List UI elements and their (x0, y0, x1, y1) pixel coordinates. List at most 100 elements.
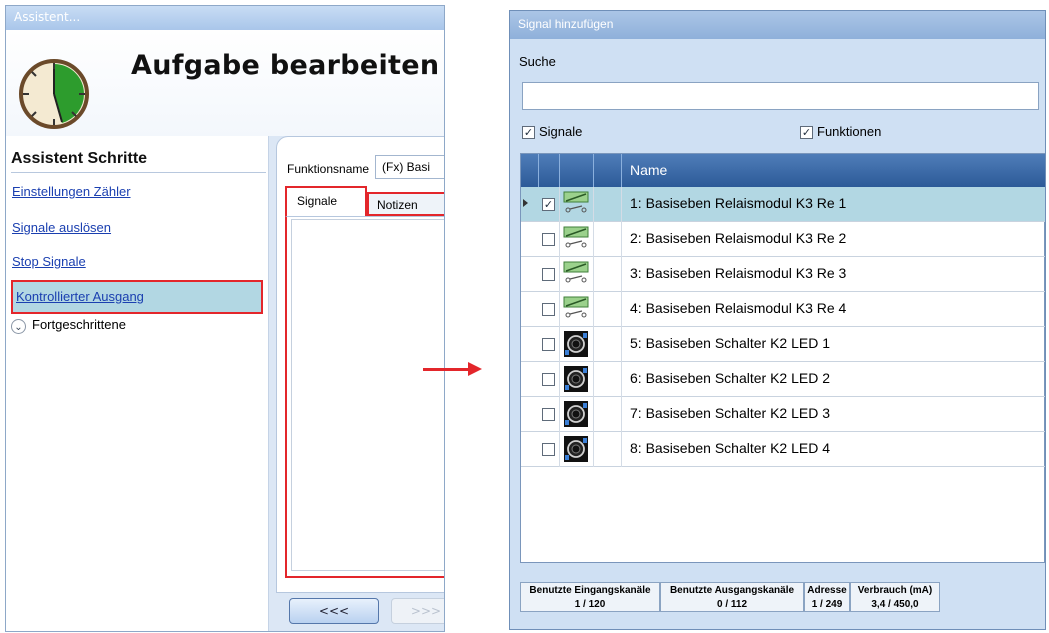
step-link-einstellungen[interactable]: Einstellungen Zähler (12, 184, 131, 199)
current-row-indicator-icon (523, 199, 528, 207)
header-area: Aufgabe bearbeiten (6, 30, 444, 136)
chevron-down-icon[interactable]: ⌄ (11, 319, 26, 334)
table-row[interactable]: 2: Basiseben Relaismodul K3 Re 2 (521, 222, 1045, 257)
clock-icon (19, 59, 89, 129)
row-name: 2: Basiseben Relaismodul K3 Re 2 (630, 230, 847, 246)
status-consumption: Verbrauch (mA) 3,4 / 450,0 (850, 582, 940, 612)
step-link-signale-ausloesen[interactable]: Signale auslösen (12, 220, 111, 235)
table-row[interactable]: ✓ 1: Basiseben Relaismodul K3 Re 1 (521, 187, 1045, 222)
row-checkbox[interactable]: ✓ (542, 198, 555, 211)
cell-separator (621, 397, 622, 432)
signals-filter-checkbox[interactable]: ✓ (522, 126, 535, 139)
cell-separator (593, 432, 594, 467)
arrow-right-icon (423, 368, 471, 371)
back-button[interactable]: <<< (289, 598, 379, 624)
cell-separator (559, 327, 560, 362)
steps-divider (11, 172, 266, 173)
status-header: Adresse (807, 585, 847, 596)
cell-separator (621, 432, 622, 467)
dialog-title: Signal hinzufügen (518, 17, 614, 31)
relay-icon (562, 260, 590, 288)
column-header-name[interactable]: Name (630, 162, 667, 178)
row-name: 1: Basiseben Relaismodul K3 Re 1 (630, 195, 847, 211)
cell-separator (621, 327, 622, 362)
switch-led-icon (562, 365, 590, 393)
column-separator (559, 154, 560, 187)
table-row[interactable]: 6: Basiseben Schalter K2 LED 2 (521, 362, 1045, 397)
cell-separator (593, 187, 594, 222)
status-output-channels: Benutzte Ausgangskanäle 0 / 112 (660, 582, 804, 612)
row-checkbox[interactable] (542, 338, 555, 351)
table-row[interactable]: 7: Basiseben Schalter K2 LED 3 (521, 397, 1045, 432)
step-link-stop-signale[interactable]: Stop Signale (12, 254, 86, 269)
step-link-kontrollierter-ausgang[interactable]: Kontrollierter Ausgang (16, 289, 144, 304)
status-address: Adresse 1 / 249 (804, 582, 850, 612)
function-name-label: Funktionsname (287, 162, 370, 176)
relay-icon (562, 295, 590, 323)
cell-separator (593, 257, 594, 292)
function-name-input[interactable]: (Fx) Basi (375, 155, 444, 179)
cell-separator (621, 362, 622, 397)
window-titlebar: Assistent... (6, 6, 444, 30)
step-item-kontrollierter-ausgang[interactable]: Kontrollierter Ausgang (11, 280, 263, 314)
arrow-head-icon (468, 362, 482, 376)
status-value: 1 / 120 (574, 599, 606, 610)
add-signal-dialog: Signal hinzufügen Suche ✓ Signale ✓ Funk… (509, 10, 1046, 630)
row-name: 8: Basiseben Schalter K2 LED 4 (630, 440, 831, 456)
next-button[interactable]: >>> (391, 598, 444, 624)
status-value: 3,4 / 450,0 (871, 599, 919, 610)
signals-list-box[interactable] (291, 219, 444, 571)
cell-separator (621, 257, 622, 292)
cell-separator (559, 222, 560, 257)
status-header: Benutzte Ausgangskanäle (669, 585, 795, 596)
row-name: 3: Basiseben Relaismodul K3 Re 3 (630, 265, 847, 281)
dialog-titlebar: Signal hinzufügen (510, 11, 1045, 39)
switch-led-icon (562, 435, 590, 463)
status-value: 1 / 249 (811, 599, 843, 610)
relay-icon (562, 225, 590, 253)
cell-separator (593, 362, 594, 397)
status-header: Benutzte Eingangskanäle (529, 585, 651, 596)
functions-filter-checkbox[interactable]: ✓ (800, 126, 813, 139)
row-checkbox[interactable] (542, 373, 555, 386)
advanced-label[interactable]: Fortgeschrittene (32, 317, 126, 332)
status-header: Verbrauch (mA) (857, 585, 933, 596)
cell-separator (593, 222, 594, 257)
cell-separator (621, 222, 622, 257)
cell-separator (559, 257, 560, 292)
table-row[interactable]: 5: Basiseben Schalter K2 LED 1 (521, 327, 1045, 362)
grid-header: Name (521, 154, 1045, 187)
cell-separator (593, 327, 594, 362)
cell-separator (559, 397, 560, 432)
tab-signale[interactable]: Signale (285, 186, 367, 216)
tab-notizen[interactable]: Notizen (367, 192, 444, 216)
cell-separator (621, 292, 622, 327)
cell-separator (593, 397, 594, 432)
row-checkbox[interactable] (542, 268, 555, 281)
cell-separator (559, 362, 560, 397)
status-input-channels: Benutzte Eingangskanäle 1 / 120 (520, 582, 660, 612)
steps-title: Assistent Schritte (11, 150, 148, 167)
signals-tab-content (285, 216, 444, 578)
search-input[interactable] (522, 82, 1039, 110)
row-checkbox[interactable] (542, 408, 555, 421)
cell-separator (559, 292, 560, 327)
signals-filter-label[interactable]: Signale (539, 124, 582, 139)
assistant-window: Assistent... Aufgabe bearbeiten Assisten… (5, 5, 445, 632)
cell-separator (593, 292, 594, 327)
cell-separator (559, 187, 560, 222)
row-checkbox[interactable] (542, 233, 555, 246)
functions-filter-label[interactable]: Funktionen (817, 124, 881, 139)
status-value: 0 / 112 (716, 599, 748, 610)
table-row[interactable]: 3: Basiseben Relaismodul K3 Re 3 (521, 257, 1045, 292)
cell-separator (559, 432, 560, 467)
relay-icon (562, 190, 590, 218)
table-row[interactable]: 4: Basiseben Relaismodul K3 Re 4 (521, 292, 1045, 327)
switch-led-icon (562, 400, 590, 428)
table-row[interactable]: 8: Basiseben Schalter K2 LED 4 (521, 432, 1045, 467)
switch-led-icon (562, 330, 590, 358)
row-name: 5: Basiseben Schalter K2 LED 1 (630, 335, 831, 351)
row-checkbox[interactable] (542, 303, 555, 316)
column-separator (593, 154, 594, 187)
row-checkbox[interactable] (542, 443, 555, 456)
